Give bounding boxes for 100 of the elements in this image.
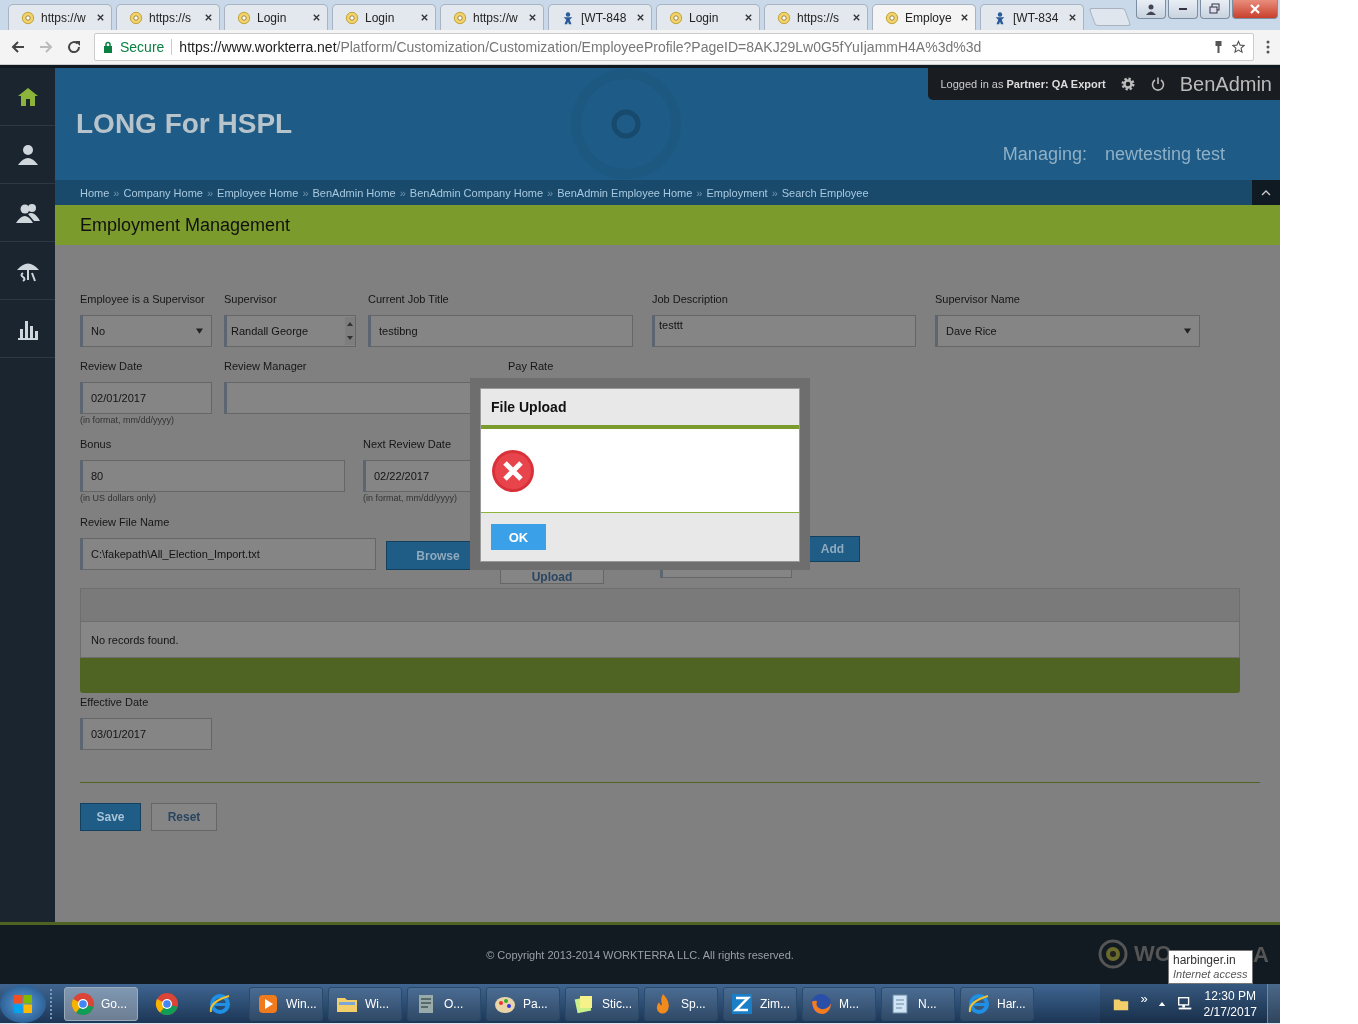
browser-tab[interactable]: Login <box>332 4 436 30</box>
breadcrumb-link[interactable]: Employee Home <box>217 186 299 199</box>
field-label: Current Job Title <box>368 293 450 307</box>
logo-text: A <box>1253 942 1269 968</box>
field-hint: (in format, mm/dd/yyyy) <box>80 415 175 425</box>
save-button[interactable]: Save <box>80 803 141 831</box>
close-icon[interactable] <box>960 13 969 22</box>
close-icon[interactable] <box>96 13 105 22</box>
close-icon[interactable] <box>744 13 753 22</box>
windows-logo-icon <box>13 993 33 1014</box>
section-title: Employment Management <box>80 214 291 236</box>
file-path-field[interactable]: C:\fakepath\All_Election_Import.txt <box>80 538 376 570</box>
caret-up-icon <box>1261 189 1271 196</box>
star-icon[interactable] <box>1232 40 1245 54</box>
tab-title: https://w <box>41 10 87 25</box>
start-button[interactable] <box>0 984 46 1023</box>
field-label: Supervisor <box>224 293 278 307</box>
tab-title: https://w <box>473 10 519 25</box>
tooltip-subtitle: Internet access <box>1173 967 1248 981</box>
taskbar-button[interactable]: Sp... <box>644 986 718 1021</box>
restore-icon <box>1209 3 1221 15</box>
taskbar-button[interactable]: Har... <box>960 986 1034 1021</box>
input-field[interactable]: 80 <box>80 460 345 492</box>
taskbar-button[interactable]: Win... <box>249 986 323 1021</box>
close-icon[interactable] <box>204 13 213 22</box>
browser-tab[interactable]: https://s <box>764 4 868 30</box>
reload-icon[interactable] <box>66 39 82 55</box>
breadcrumb-separator: » <box>302 186 309 199</box>
field-label: Job Description <box>652 293 729 307</box>
taskbar-button[interactable]: Pa... <box>486 986 560 1021</box>
ok-button[interactable]: OK <box>491 524 546 550</box>
input-field[interactable]: testibng <box>368 315 633 347</box>
breadcrumb-link[interactable]: BenAdmin Company Home <box>409 186 544 199</box>
input-field[interactable]: 03/01/2017 <box>80 718 212 750</box>
field-label: Next Review Date <box>363 438 453 452</box>
browser-tab[interactable]: Employe <box>872 4 976 30</box>
tab-title: [WT-848 <box>581 10 628 25</box>
minimize-button[interactable] <box>1168 0 1198 19</box>
taskbar-button[interactable]: O... <box>407 986 481 1021</box>
close-icon[interactable] <box>528 13 537 22</box>
breadcrumb-separator: » <box>696 186 703 199</box>
browser-tab[interactable]: [WT-834 <box>980 4 1084 30</box>
taskbar-button[interactable]: Wi... <box>328 986 402 1021</box>
collapse-button[interactable] <box>1252 180 1280 205</box>
secure-label: Secure <box>120 39 165 55</box>
zigzag-icon <box>730 991 754 1016</box>
browser-tab[interactable]: [WT-848 <box>548 4 652 30</box>
empty-message: No records found. <box>91 633 179 646</box>
browser-tab[interactable]: https://w <box>8 4 112 30</box>
breadcrumb-link[interactable]: Company Home <box>123 186 203 199</box>
taskbar-button[interactable]: Stic... <box>565 986 639 1021</box>
breadcrumb-link[interactable]: Search Employee <box>781 186 869 199</box>
app-name: BenAdmin <box>1179 72 1272 96</box>
browser-tab[interactable]: https://s <box>116 4 220 30</box>
power-icon[interactable] <box>1149 76 1166 92</box>
taskbar-button[interactable]: M... <box>802 986 876 1021</box>
breadcrumb-link[interactable]: Home <box>80 186 110 199</box>
letter-e-icon <box>967 991 991 1016</box>
target-icon <box>885 10 899 25</box>
input-field[interactable]: 02/01/2017 <box>80 382 212 414</box>
close-icon[interactable] <box>1068 13 1077 22</box>
browser-tab[interactable]: Login <box>224 4 328 30</box>
close-icon[interactable] <box>852 13 861 22</box>
field-label: Review Date <box>80 360 144 374</box>
close-icon[interactable] <box>636 13 645 22</box>
taskbar-button[interactable]: Go... <box>64 986 138 1021</box>
address-field[interactable]: Secure https://www.workterra.net/Platform/Customization/Customization/EmployeeProfile?PageID=8AKJ29Lw0G5fYuIjammH4A%3d%3d <box>94 33 1254 61</box>
settings-icon[interactable] <box>1119 76 1136 92</box>
menu-icon[interactable] <box>1266 40 1270 54</box>
tab-title: Employe <box>905 10 953 25</box>
figure-icon <box>561 10 575 25</box>
breadcrumb-link[interactable]: BenAdmin Employee Home <box>557 186 693 199</box>
text-area[interactable]: testtt <box>652 315 916 347</box>
taskbar-button[interactable]: N... <box>881 986 955 1021</box>
profile-button[interactable] <box>1136 0 1166 19</box>
target-icon <box>21 10 35 25</box>
toolbar-chevron[interactable]: » <box>1140 991 1148 1006</box>
dropdown[interactable]: No <box>80 315 212 347</box>
up-arrow-icon[interactable] <box>1157 1000 1166 1007</box>
breadcrumb-separator: » <box>547 186 554 199</box>
close-icon[interactable] <box>420 13 429 22</box>
browser-tab[interactable]: Login <box>656 4 760 30</box>
close-button[interactable] <box>1232 0 1278 19</box>
browser-tab[interactable]: https://w <box>440 4 544 30</box>
list-box[interactable]: Randall George <box>224 315 356 347</box>
close-icon[interactable] <box>312 13 321 22</box>
tab-title: [WT-834 <box>1013 10 1060 25</box>
minimize-icon <box>1179 8 1187 10</box>
breadcrumb-link[interactable]: Employment <box>706 186 768 199</box>
taskbar-button[interactable]: Zim... <box>723 986 797 1021</box>
breadcrumb-link[interactable]: BenAdmin Home <box>312 186 396 199</box>
field-label: Pay Rate <box>508 360 555 374</box>
clock[interactable]: 12:30 PM 2/17/2017 <box>1203 987 1257 1020</box>
field-label: Bonus <box>80 438 113 452</box>
scroll-arrows-icon[interactable] <box>345 317 355 345</box>
back-arrow-icon[interactable] <box>10 39 26 55</box>
field-label: Review Manager <box>224 360 308 374</box>
dropdown[interactable]: Dave Rice <box>935 315 1200 347</box>
show-desktop-button[interactable] <box>1267 984 1280 1023</box>
field-label: Supervisor Name <box>935 293 1021 307</box>
